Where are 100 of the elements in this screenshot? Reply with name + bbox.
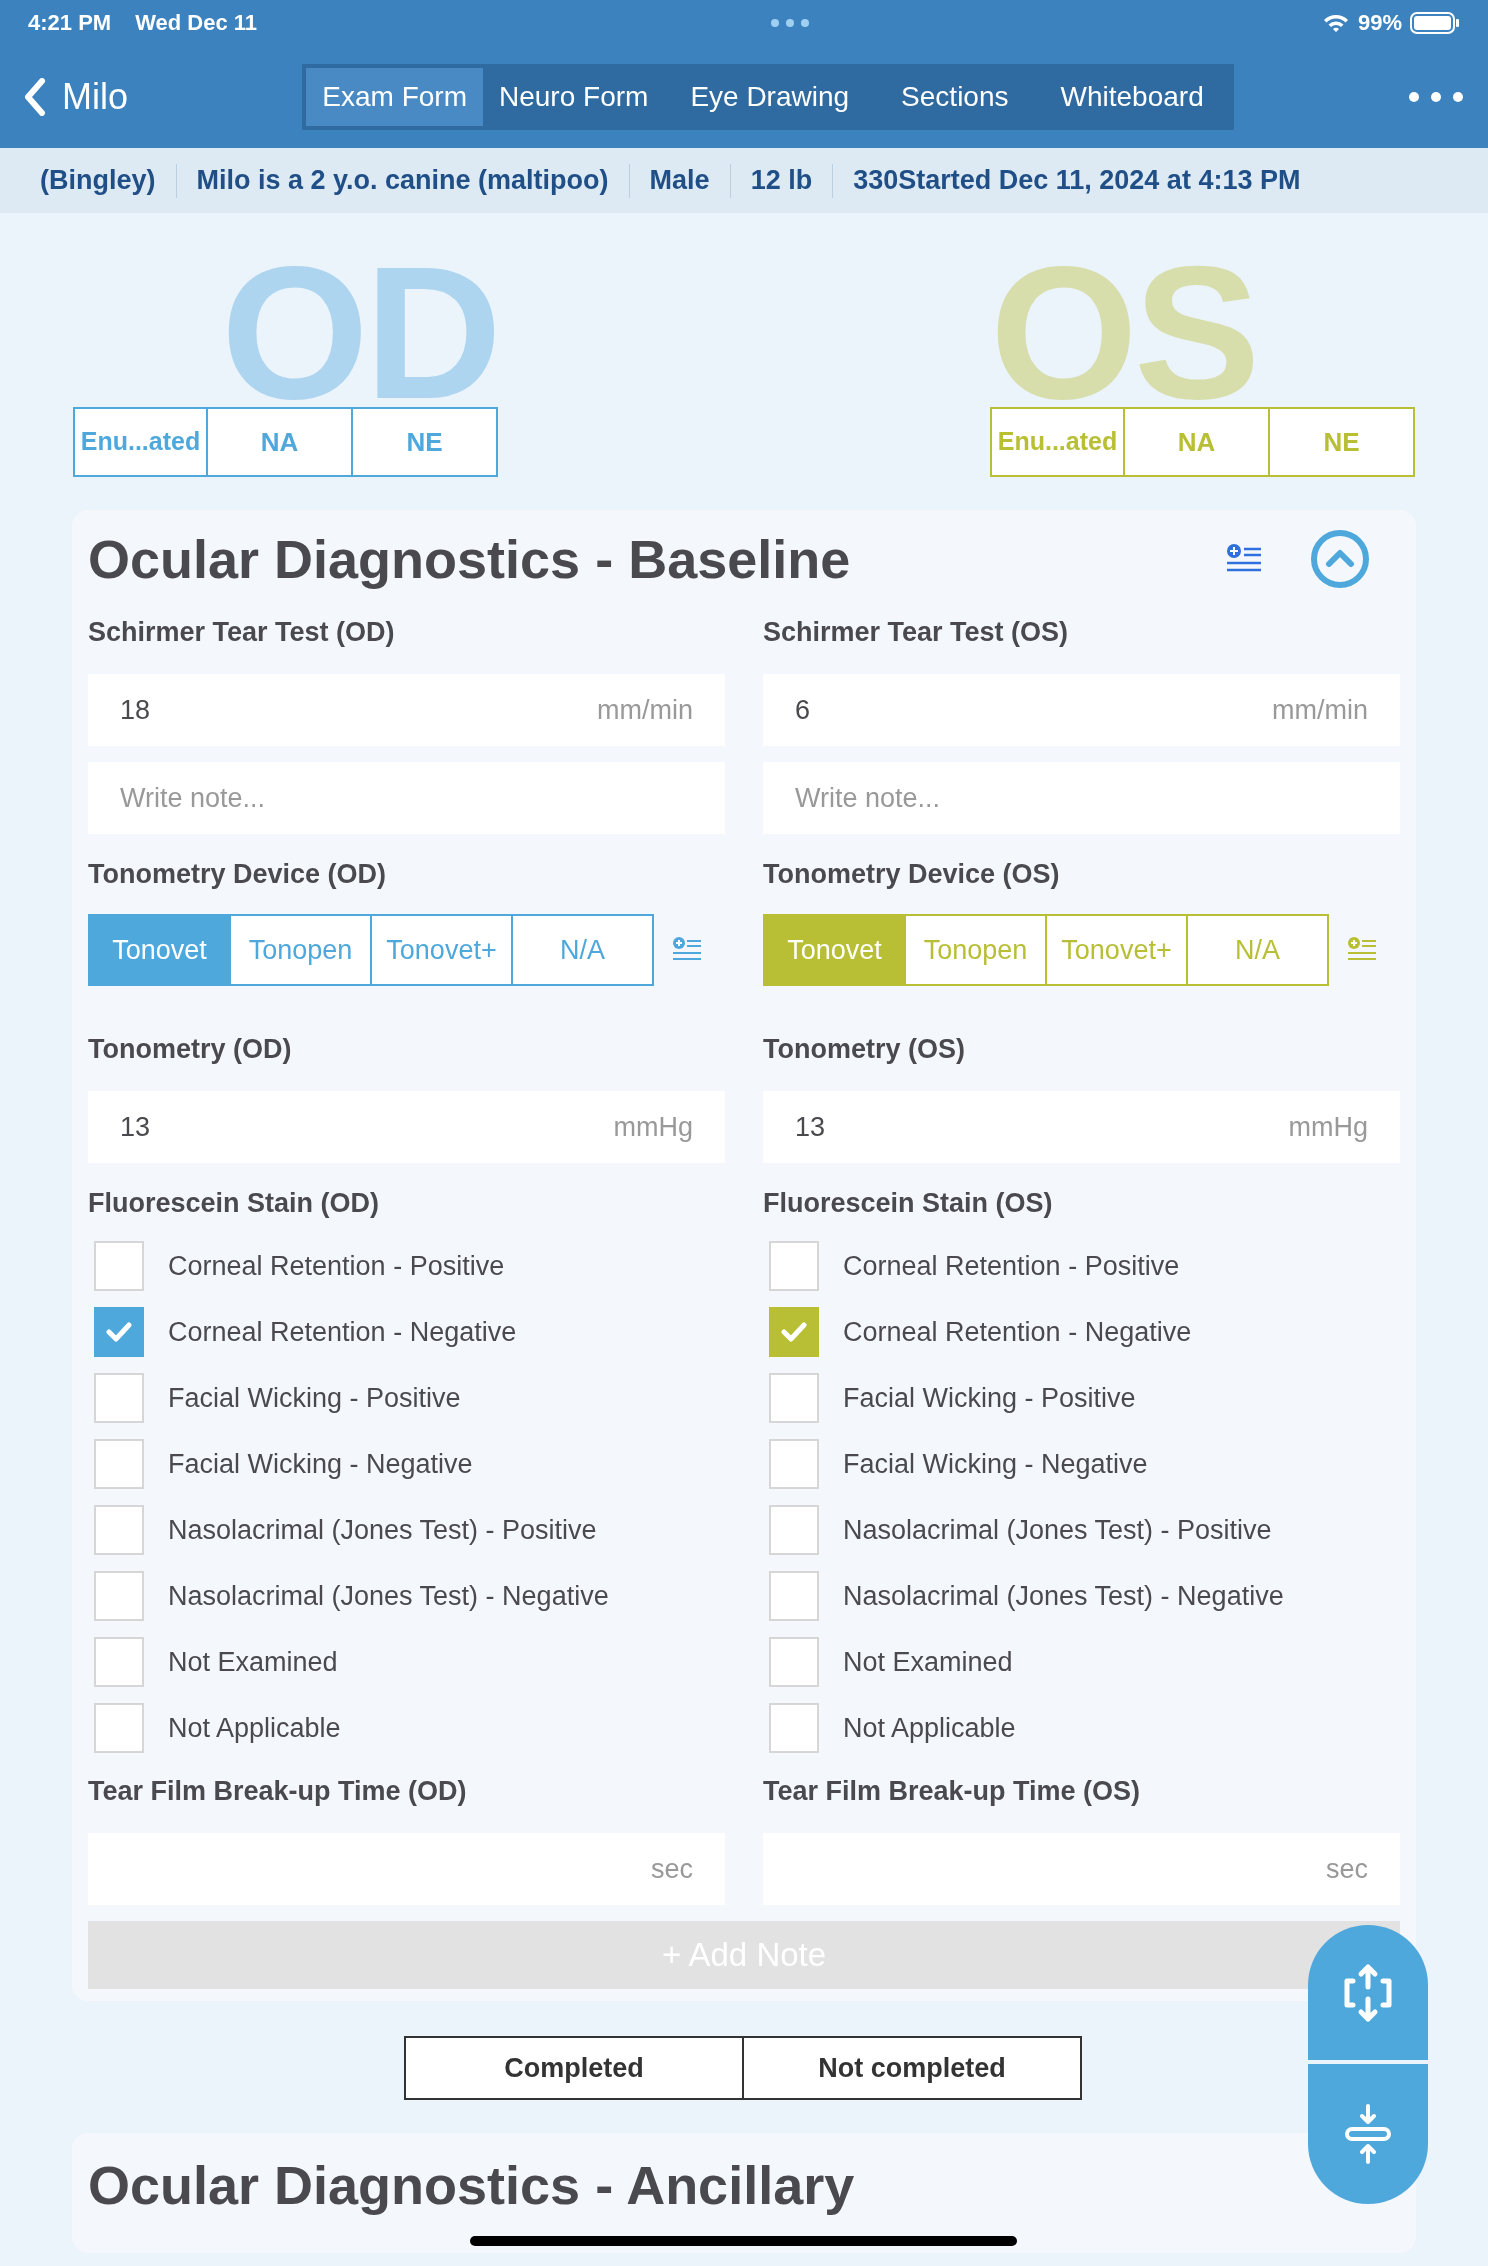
checkbox[interactable] [94,1439,144,1489]
field-value: 18 [120,693,151,727]
field-value: 6 [795,693,811,727]
checkbox[interactable] [769,1307,819,1357]
input-field[interactable]: 6 mm/min [763,674,1400,746]
device-option[interactable]: Tonovet [88,914,231,986]
device-option[interactable]: N/A [1186,914,1329,986]
checkbox-label: Not Applicable [168,1711,341,1745]
tab[interactable]: Exam Form [306,67,483,126]
eye-status-option[interactable]: Enu...ated [73,407,208,477]
patient-info: Milo is a 2 y.o. canine (maltipoo) [196,164,609,198]
checkbox-label: Nasolacrimal (Jones Test) - Negative [843,1579,1284,1613]
unit-label: mmHg [1288,1110,1368,1144]
patient-info: (Bingley) [40,164,156,198]
checkbox-label: Facial Wicking - Positive [168,1381,461,1415]
checkbox-label: Corneal Retention - Positive [168,1249,505,1283]
checkbox[interactable] [94,1703,144,1753]
device-option[interactable]: Tonovet [763,914,906,986]
field-label: Tear Film Break-up Time (OD) [88,1774,468,1808]
input-field[interactable]: 13 mmHg [763,1091,1400,1163]
field-value: 13 [120,1110,151,1144]
field-label: Tonometry (OD) [88,1032,293,1066]
checkbox[interactable] [769,1439,819,1489]
unit-label: sec [1325,1852,1368,1886]
checkbox-label: Corneal Retention - Negative [168,1315,517,1349]
checkbox-label: Nasolacrimal (Jones Test) - Positive [168,1513,597,1547]
collapse-icon[interactable] [1310,529,1370,589]
device-option[interactable]: Tonovet+ [1045,914,1188,986]
patient-info: Male [649,164,710,198]
input-field[interactable]: 18 mm/min [88,674,725,746]
checkmark-icon [106,1322,132,1342]
checkbox[interactable] [769,1637,819,1687]
section-title: Ocular Diagnostics - Ancillary [88,2154,855,2217]
patient-info: 330Started Dec 11, 2024 at 4:13 PM [853,164,1301,198]
input-field[interactable]: sec [763,1833,1400,1905]
checkbox[interactable] [94,1307,144,1357]
checkbox-label: Not Examined [168,1645,338,1679]
field-label: Tonometry Device (OD) [88,857,388,891]
field-label: Schirmer Tear Test (OD) [88,615,396,649]
checkbox[interactable] [769,1703,819,1753]
field-label: Tonometry Device (OS) [763,857,1061,891]
unit-label: mm/min [1272,693,1368,727]
section-title: Ocular Diagnostics - Baseline [88,527,851,591]
back-button[interactable]: Milo [24,69,128,124]
checkbox[interactable] [94,1373,144,1423]
device-option[interactable]: Tonopen [229,914,372,986]
collapse-arrows-icon [1343,2104,1393,2164]
checkbox[interactable] [94,1505,144,1555]
expand-all-button[interactable] [1308,1925,1428,2060]
checkbox[interactable] [769,1571,819,1621]
field-value: 13 [795,1110,826,1144]
collapse-all-button[interactable] [1308,2064,1428,2204]
field-label: Fluorescein Stain (OD) [88,1186,381,1220]
checkbox[interactable] [769,1373,819,1423]
field-label: Schirmer Tear Test (OS) [763,615,1070,649]
eye-status-option[interactable]: NA [1123,407,1270,477]
checkmark-icon [781,1322,807,1342]
checkbox[interactable] [769,1241,819,1291]
checkbox-label: Facial Wicking - Negative [843,1447,1148,1481]
tab[interactable]: Whiteboard [1034,67,1230,126]
unit-label: mmHg [613,1110,693,1144]
checkbox[interactable] [94,1637,144,1687]
completion-option[interactable]: Not completed [742,2036,1082,2100]
tab[interactable]: Sections [875,67,1035,126]
device-option[interactable]: N/A [511,914,654,986]
input-field[interactable]: sec [88,1833,725,1905]
input-field[interactable]: 13 mmHg [88,1091,725,1163]
checkbox-label: Not Applicable [843,1711,1016,1745]
field-label: Tonometry (OS) [763,1032,966,1066]
battery-icon [1410,10,1460,35]
device-option[interactable]: Tonopen [904,914,1047,986]
eye-status-option[interactable]: NE [1268,407,1415,477]
checkbox[interactable] [94,1571,144,1621]
expand-arrows-icon [1343,1962,1393,2023]
chevron-left-icon [24,77,46,116]
note-field[interactable]: Write note... [88,762,725,834]
device-option[interactable]: Tonovet+ [370,914,513,986]
completion-option[interactable]: Completed [404,2036,744,2100]
checkbox-label: Nasolacrimal (Jones Test) - Negative [168,1579,609,1613]
checkbox-label: Nasolacrimal (Jones Test) - Positive [843,1513,1272,1547]
field-label: Fluorescein Stain (OS) [763,1186,1054,1220]
status-time: 4:21 PM [28,9,112,37]
checkbox-label: Facial Wicking - Negative [168,1447,473,1481]
checkbox-label: Corneal Retention - Positive [843,1249,1180,1283]
status-date: Wed Dec 11 [135,9,258,37]
field-label: Tear Film Break-up Time (OS) [763,1774,1142,1808]
battery-percentage: 99% [1357,9,1402,37]
eye-status-option[interactable]: NE [351,407,498,477]
checkbox[interactable] [94,1241,144,1291]
checkbox-label: Not Examined [843,1645,1013,1679]
checkbox-label: Facial Wicking - Positive [843,1381,1136,1415]
patient-info: 12 lb [750,164,813,198]
tab[interactable]: Eye Drawing [664,67,876,126]
checkbox[interactable] [769,1505,819,1555]
note-field[interactable]: Write note... [763,762,1400,834]
multitasking-dots-icon[interactable] [769,17,810,28]
unit-label: sec [650,1852,693,1886]
more-icon[interactable] [1408,91,1464,104]
tab[interactable]: Neuro Form [483,67,665,126]
unit-label: mm/min [597,693,693,727]
